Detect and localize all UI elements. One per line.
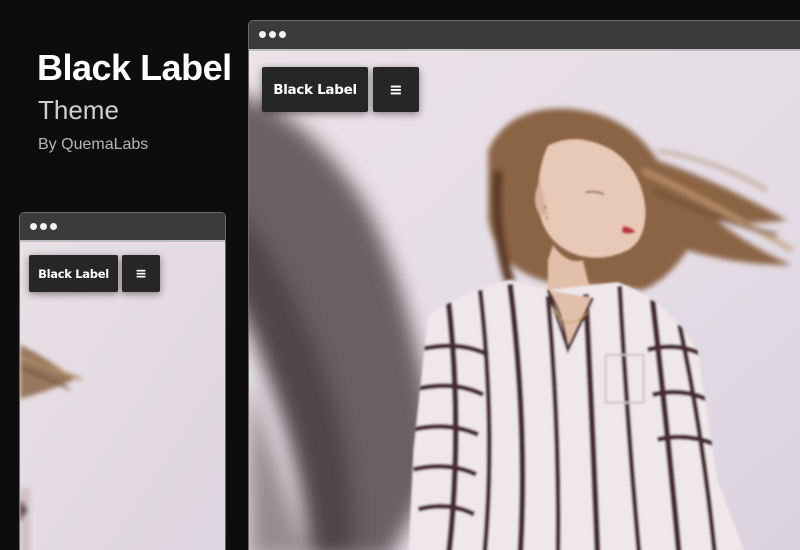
- desktop-preview-window: Black Label ≡: [248, 20, 800, 550]
- window-dot-icon: [269, 31, 276, 38]
- window-dot-icon: [259, 31, 266, 38]
- mobile-preview-window: Black Label ≡: [19, 212, 226, 550]
- window-dot-icon: [30, 223, 37, 230]
- theme-subtitle: Theme: [38, 95, 119, 125]
- theme-title: Black Label: [37, 47, 232, 88]
- window-titlebar: [20, 213, 225, 242]
- author-byline: By QuemaLabs: [38, 136, 149, 153]
- site-logo-button[interactable]: Black Label: [29, 255, 118, 292]
- theme-showcase: Black Label Theme By QuemaLabs Black Lab…: [0, 0, 800, 550]
- window-titlebar: [249, 21, 800, 51]
- window-dot-icon: [40, 223, 47, 230]
- desktop-viewport: Black Label ≡: [249, 51, 800, 550]
- window-dot-icon: [279, 31, 286, 38]
- window-dots: [259, 31, 286, 38]
- window-dots: [30, 223, 57, 230]
- menu-button[interactable]: ≡: [373, 67, 419, 112]
- mobile-viewport: Black Label ≡: [20, 242, 225, 550]
- hamburger-icon: ≡: [389, 80, 403, 99]
- site-logo-button[interactable]: Black Label: [262, 67, 368, 112]
- hero-photo: [249, 51, 800, 550]
- hamburger-icon: ≡: [135, 265, 147, 282]
- menu-button[interactable]: ≡: [122, 255, 160, 292]
- window-dot-icon: [50, 223, 57, 230]
